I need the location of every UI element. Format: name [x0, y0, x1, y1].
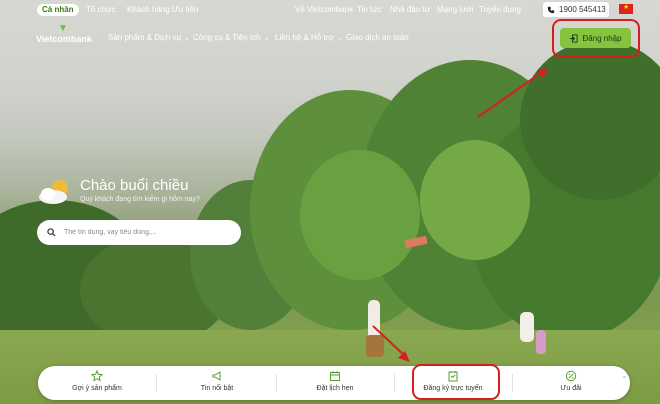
- link-investors[interactable]: Nhà đầu tư: [390, 4, 430, 16]
- discount-icon: [565, 370, 577, 382]
- nav-products-services[interactable]: Sản phẩm & Dịch vụ ⌄: [108, 33, 190, 42]
- search-bar[interactable]: [37, 220, 241, 245]
- quick-label: Tin nổi bật: [200, 385, 234, 392]
- link-network[interactable]: Mạng lưới: [437, 4, 473, 16]
- segment-priority-customer[interactable]: Khách hàng Ưu tiên: [127, 4, 198, 16]
- quick-offers[interactable]: Ưu đãi: [516, 370, 626, 396]
- quick-label: Ưu đãi: [560, 385, 582, 392]
- quick-product-suggestions[interactable]: Gợi ý sản phẩm: [42, 370, 152, 396]
- nav-label: Sản phẩm & Dịch vụ: [108, 33, 181, 42]
- segment-personal[interactable]: Cá nhân: [37, 4, 79, 16]
- language-flag-icon[interactable]: [619, 3, 633, 14]
- login-highlight-circle: [552, 19, 640, 58]
- link-careers[interactable]: Tuyển dụng: [479, 4, 521, 16]
- chevron-down-icon: ⌄: [263, 35, 270, 42]
- divider: [156, 374, 157, 392]
- greeting-title: Chào buổi chiều: [80, 177, 189, 194]
- chevron-down-icon: ⌄: [183, 35, 190, 42]
- star-icon: [91, 370, 103, 382]
- divider: [394, 374, 395, 392]
- search-input[interactable]: [64, 229, 224, 236]
- megaphone-icon: [212, 371, 221, 381]
- registration-highlight-circle: [412, 364, 500, 400]
- nav-tools-utilities[interactable]: Công cụ & Tiện ích ⌄: [193, 33, 269, 42]
- logo-text: Vietcombank: [36, 34, 92, 44]
- weather-sun-cloud-icon: [39, 180, 68, 204]
- quick-featured-news[interactable]: Tin nổi bật: [162, 370, 272, 396]
- quick-label: Đặt lịch hẹn: [316, 385, 354, 392]
- chevron-down-icon: ⌄: [336, 35, 343, 42]
- divider: [512, 374, 513, 392]
- link-news[interactable]: Tin tức: [357, 4, 382, 16]
- nav-safe-transactions[interactable]: Giao dịch an toàn: [346, 33, 409, 42]
- hotline-button[interactable]: 1900 545413: [543, 2, 609, 17]
- vietcombank-logo[interactable]: ▼ Vietcombank: [36, 24, 92, 46]
- nav-label: Liên hệ & Hỗ trợ: [275, 33, 334, 42]
- divider: [276, 374, 277, 392]
- quick-book-appointment[interactable]: Đặt lịch hẹn: [280, 370, 390, 396]
- hotline-number: 1900 545413: [559, 5, 606, 14]
- logo-mark-icon: ▼: [58, 23, 68, 34]
- search-icon: [47, 228, 56, 237]
- quick-label: Gợi ý sản phẩm: [72, 385, 122, 392]
- phone-icon: [547, 6, 555, 13]
- nav-label: Công cụ & Tiện ích: [193, 33, 261, 42]
- segment-organization[interactable]: Tổ chức: [86, 4, 115, 16]
- chevron-up-icon[interactable]: ⌃: [621, 375, 631, 389]
- top-utility-bar: Cá nhân Tổ chức Khách hàng Ưu tiên Về Vi…: [0, 0, 660, 20]
- nav-contact-support[interactable]: Liên hệ & Hỗ trợ ⌄: [275, 33, 342, 42]
- calendar-icon: [330, 371, 340, 381]
- greeting-subtitle: Quý khách đang tìm kiếm gì hôm nay?: [80, 196, 200, 203]
- link-about[interactable]: Về Vietcombank: [295, 4, 353, 16]
- quick-access-bar: Gợi ý sản phẩm Tin nổi bật Đặt lịch hẹn …: [38, 366, 630, 400]
